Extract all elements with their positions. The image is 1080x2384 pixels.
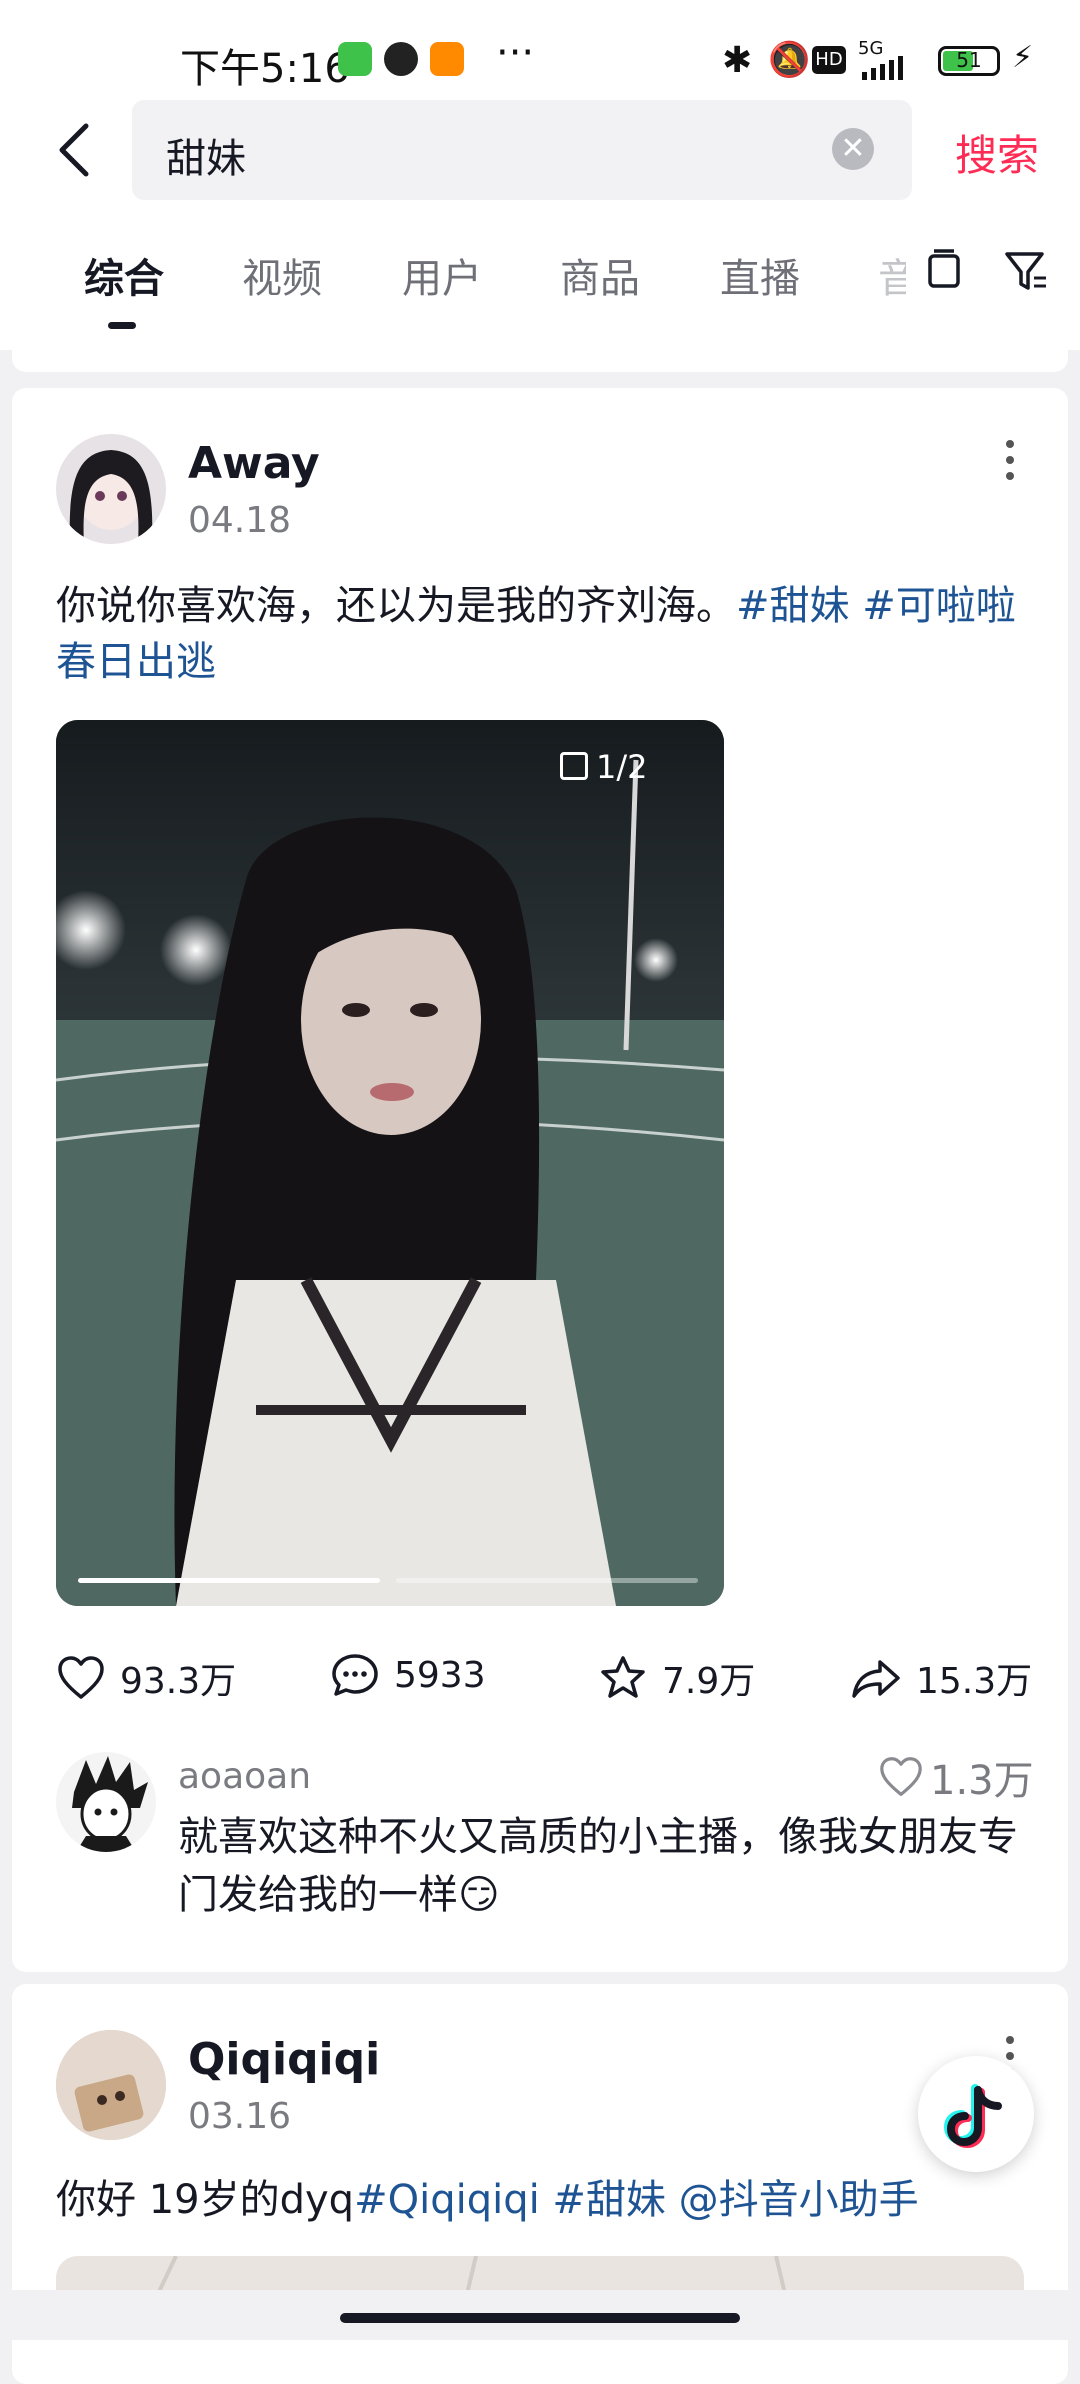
douyin-floating-button[interactable] (918, 2056, 1034, 2172)
share-arrow-icon (852, 1660, 900, 1698)
wechat-notification-icon (338, 42, 372, 76)
comment-count: 5933 (394, 1654, 486, 1696)
image-progress-active (78, 1578, 380, 1583)
star-icon (601, 1656, 645, 1698)
status-time: 下午5:16 (180, 46, 350, 92)
charging-icon: ⚡ (1012, 40, 1034, 75)
comment-button[interactable]: 5933 (330, 1652, 486, 1698)
tab-video[interactable]: 视频 (242, 246, 322, 304)
back-button[interactable] (48, 118, 108, 182)
bluetooth-icon: ✱ (722, 40, 753, 81)
author-name[interactable]: Away (188, 438, 320, 489)
battery-level: 51 (956, 48, 982, 72)
caption-text: 你说你喜欢海，还以为是我的齐刘海。 (56, 583, 736, 629)
tab-live[interactable]: 直播 (720, 246, 800, 304)
search-input[interactable]: 甜妹 ✕ (132, 100, 912, 200)
image-counter: 1/2 (560, 748, 648, 786)
previous-result-card (12, 330, 1068, 372)
like-button[interactable]: 93.3万 (56, 1652, 236, 1704)
hashtag-link[interactable]: #甜妹 (552, 2177, 666, 2223)
author-avatar[interactable] (56, 2030, 166, 2140)
mention-link[interactable]: @抖音小助手 (679, 2177, 919, 2223)
commenter-avatar[interactable] (56, 1752, 156, 1852)
hashtag-link[interactable]: #Qiqiqiqi (354, 2177, 540, 2223)
author-name[interactable]: Qiqiqiqi (188, 2034, 380, 2085)
hashtag-link[interactable]: #甜妹 (736, 583, 850, 629)
clear-search-button[interactable]: ✕ (832, 128, 874, 170)
favorite-button[interactable]: 7.9万 (598, 1652, 755, 1704)
hd-icon: HD (812, 46, 846, 74)
tab-music[interactable]: 音 (878, 246, 906, 304)
heart-icon (880, 1757, 922, 1796)
more-notifications-icon: ··· (496, 30, 535, 76)
view-switch-icon[interactable] (926, 248, 962, 296)
search-query: 甜妹 (166, 136, 246, 182)
comment-like-button[interactable]: 1.3万 (878, 1748, 1034, 1806)
favorite-count: 7.9万 (662, 1661, 756, 1702)
caption-text: 你好 19岁的dyq (56, 2177, 355, 2223)
filter-icon[interactable] (1004, 250, 1048, 296)
share-count: 15.3万 (916, 1661, 1033, 1702)
tab-users[interactable]: 用户 (402, 246, 482, 304)
home-indicator[interactable] (340, 2313, 740, 2323)
like-count: 93.3万 (120, 1661, 237, 1702)
post-image[interactable] (56, 720, 724, 1606)
share-button[interactable]: 15.3万 (850, 1652, 1032, 1704)
post-caption: 你说你喜欢海，还以为是我的齐刘海。#甜妹 #可啦啦春日出逃 (56, 578, 1016, 690)
battery-icon: 51 (938, 46, 1000, 76)
search-button[interactable]: 搜索 (955, 122, 1039, 183)
heart-icon (58, 1656, 104, 1699)
image-progress-inactive (396, 1578, 698, 1583)
post-caption: 你好 19岁的dyq#Qiqiqiqi #甜妹 @抖音小助手 (56, 2172, 1016, 2228)
image-counter-text: 1/2 (596, 748, 648, 786)
back-arrow-icon (59, 123, 89, 177)
tab-comprehensive[interactable]: 综合 (84, 246, 164, 304)
more-options-icon[interactable] (1006, 440, 1018, 480)
tiktok-logo-icon (943, 2084, 1002, 2149)
comment-text: 就喜欢这种不火又高质的小主播，像我女朋友专门发给我的一样😏 (178, 1814, 1018, 1918)
app-58-notification-icon (430, 42, 464, 76)
gallery-icon (560, 752, 588, 780)
author-avatar[interactable] (56, 434, 166, 544)
tab-products[interactable]: 商品 (560, 246, 640, 304)
active-tab-indicator (108, 322, 136, 329)
comment-like-count: 1.3万 (930, 1758, 1034, 1804)
top-header: 下午5:16 ··· ✱ 🔕 HD 5G 51 ⚡ 甜妹 ✕ 搜索 综合 视频 … (0, 0, 1080, 350)
signal-icon (862, 56, 903, 80)
qq-notification-icon (384, 42, 418, 76)
post-date: 03.16 (188, 2096, 292, 2137)
comment-icon (332, 1654, 378, 1696)
post-date: 04.18 (188, 500, 292, 541)
commenter-name[interactable]: aoaoan (178, 1756, 311, 1797)
silent-bell-icon: 🔕 (768, 40, 811, 80)
